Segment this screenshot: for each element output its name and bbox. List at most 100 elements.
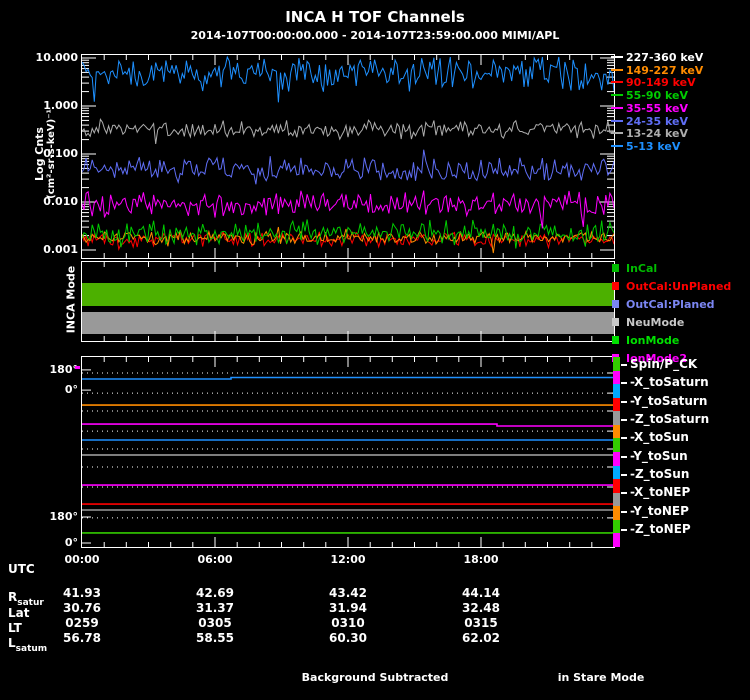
table-row-label: UTC — [8, 562, 35, 576]
table-row-label: LT — [8, 621, 22, 635]
tof-channels-panel — [81, 54, 615, 259]
attitude-legend-label: -Z_toSun — [630, 467, 690, 482]
strip-segment — [613, 424, 620, 439]
legend-item-label: 5-13 keV — [626, 139, 681, 153]
table-value: 0315 — [464, 616, 498, 630]
table-value: 31.37 — [196, 601, 234, 615]
table-value: 0259 — [65, 616, 99, 630]
attitude-legend-tick — [621, 400, 627, 403]
legend-item-label: 227-360 keV — [626, 51, 704, 64]
table-value: 43.42 — [329, 586, 367, 600]
table-row-label-subscript: satum — [15, 644, 48, 654]
table-row-label-text: R — [8, 590, 18, 604]
table-value: 0305 — [198, 616, 232, 630]
utc-tick-label: 18:00 — [463, 553, 499, 566]
table-value: 31.94 — [329, 601, 367, 615]
mode-legend-chip — [612, 300, 619, 308]
attitude-legend-tick — [621, 455, 627, 458]
table-row-label: Lsatum — [8, 636, 47, 654]
inca-mode-panel — [81, 261, 615, 342]
tof-ytick-label: 10.000 — [35, 51, 78, 64]
mode-legend-label: OutCal:Planed — [626, 298, 715, 311]
strip-segment — [613, 533, 620, 548]
strip-segment — [613, 479, 620, 494]
strip-segment — [613, 492, 620, 507]
attitude-legend-tick — [621, 474, 627, 477]
attitude-legend-label: -X_toNEP — [630, 485, 691, 500]
strip-segment — [613, 357, 620, 372]
strip-segment — [613, 370, 620, 385]
utc-tick-label: 06:00 — [197, 553, 233, 566]
tof-ytick-label: 0.010 — [43, 195, 78, 208]
attitude-legend-label: -X_toSaturn — [630, 375, 709, 390]
strip-segment — [613, 506, 620, 521]
table-value: 0310 — [331, 616, 365, 630]
table-value: 60.30 — [329, 631, 367, 645]
table-value: 62.02 — [462, 631, 500, 645]
series-35-55 keV — [81, 190, 615, 229]
series-55-90 keV — [81, 219, 615, 249]
attitude-legend-tick — [621, 364, 627, 366]
series-24-35 keV — [81, 149, 615, 185]
legend-tick — [611, 56, 623, 58]
footer-background-subtracted: Background Subtracted — [301, 671, 449, 684]
legend-item-label: 13-24 keV — [626, 127, 689, 141]
attitude-legend-label: -Y_toSun — [630, 448, 688, 463]
attitude-legend-label: -Z_toNEP — [630, 522, 691, 537]
strip-segment — [613, 519, 620, 534]
series-13-24 keV — [81, 117, 615, 144]
legend-item-label: 55-90 keV — [626, 89, 689, 103]
attitude-legend-label: -Y_toSaturn — [630, 393, 708, 408]
table-row-label-text: L — [8, 636, 16, 650]
strip-segment — [613, 411, 620, 426]
mode-bar — [82, 312, 614, 334]
table-row-label-text: Lat — [8, 606, 30, 620]
strip-segment — [613, 384, 620, 399]
attitude-legend-tick — [621, 510, 627, 513]
utc-tick-label: 12:00 — [330, 553, 366, 566]
table-value: 30.76 — [63, 601, 101, 615]
attitude-legend-tick — [621, 437, 627, 440]
attitude-ytick-label: 0° — [64, 383, 78, 397]
mode-legend-label: IonMode — [626, 334, 680, 347]
strip-segment — [613, 438, 620, 453]
inca-mode-plot — [82, 262, 614, 341]
strip-segment — [613, 452, 620, 467]
strip-segment — [613, 397, 620, 412]
attitude-line — [82, 376, 614, 380]
table-value: 56.78 — [63, 631, 101, 645]
mode-legend-label: OutCal:UnPlaned — [626, 280, 732, 293]
mode-bar — [82, 283, 614, 306]
table-row-label: Rsatur — [8, 590, 44, 608]
table-value: 58.55 — [196, 631, 234, 645]
attitude-legend-tick — [621, 529, 627, 532]
mode-legend-label: NeuMode — [626, 316, 685, 329]
tof-ytick-label: 1.000 — [43, 99, 78, 112]
legend-item-label: 35-55 keV — [626, 101, 689, 115]
legend-item-label: 149-227 keV — [626, 63, 704, 77]
tof-ytick-label: 0.001 — [43, 243, 78, 256]
table-row-label-text: UTC — [8, 562, 35, 576]
table-value: 44.14 — [462, 586, 500, 600]
legend-tick — [611, 94, 623, 97]
table-value: 32.48 — [462, 601, 500, 615]
cassini-attitude-panel — [81, 356, 615, 548]
mode-legend-label: InCal — [626, 262, 658, 275]
table-value: 41.93 — [63, 586, 101, 600]
legend-tick — [611, 68, 623, 71]
attitude-ytick-label: 0° — [64, 536, 78, 549]
attitude-left-mark — [75, 366, 80, 370]
attitude-legend-tick — [621, 419, 627, 422]
attitude-legend-label: Spin/P_CK — [630, 357, 698, 371]
attitude-plot — [82, 357, 614, 547]
legend-tick — [611, 81, 623, 84]
attitude-legend-tick — [621, 382, 627, 385]
tof-plot — [81, 55, 615, 258]
attitude-legend-label: -X_toSun — [630, 430, 689, 445]
mode-legend-chip — [612, 336, 619, 344]
mimi-inca-summary-plot: INCA H TOF Channels 2014-107T00:00:00.00… — [0, 0, 750, 700]
mode-legend-chip — [612, 282, 619, 290]
legend-item-label: 90-149 keV — [626, 76, 696, 90]
table-value: 42.69 — [196, 586, 234, 600]
attitude-ytick-label: 180° — [49, 362, 78, 376]
